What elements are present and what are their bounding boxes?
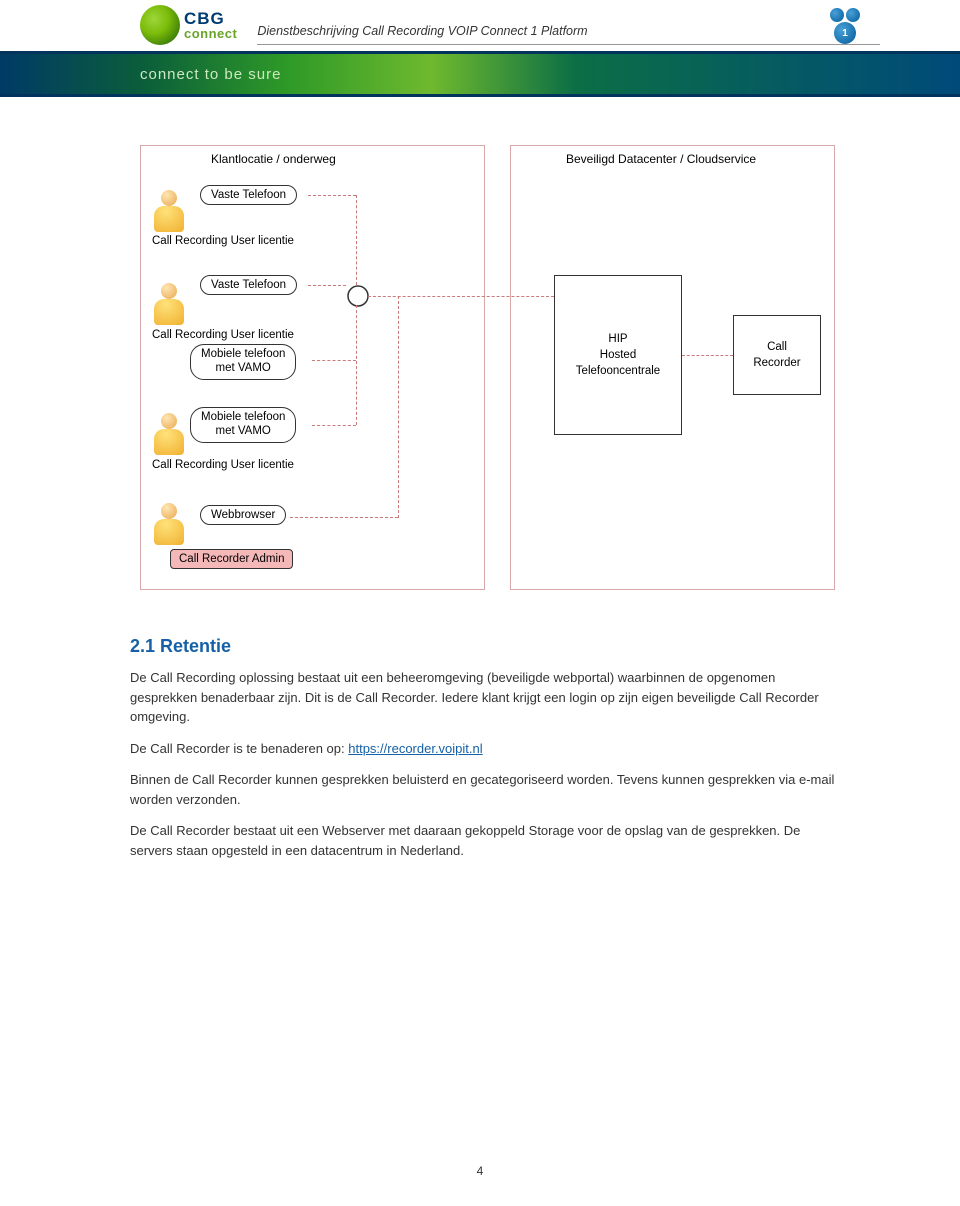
paragraph: De Call Recording oplossing bestaat uit … [130,668,840,727]
box-hip: HIP Hosted Telefooncentrale [554,275,682,435]
connector [308,195,356,196]
bubble-line: Mobiele telefoon [201,348,285,360]
badge-call-recorder-admin: Call Recorder Admin [170,549,293,569]
page-number: 4 [0,1164,960,1178]
bubble-line: met VAMO [216,425,271,437]
page-header: CBG connect Dienstbeschrijving Call Reco… [0,0,960,115]
connector [308,285,346,286]
connector [398,296,399,518]
document-title: Dienstbeschrijving Call Recording VOIP C… [257,24,880,45]
bubble-webbrowser: Webbrowser [200,505,286,525]
connector [356,195,357,285]
connector [312,425,356,426]
box-call-recorder: Call Recorder [733,315,821,395]
zone-client-title: Klantlocatie / onderweg [211,152,336,166]
node-circle-icon [346,284,370,308]
logo-text-top: CBG [184,10,237,27]
bubble-line: met VAMO [216,362,271,374]
connector [368,296,554,297]
connector [290,517,398,518]
section-heading: 2.1 Retentie [130,633,840,660]
text: De Call Recorder is te benaderen op: [130,741,348,756]
body-content: 2.1 Retentie De Call Recording oplossing… [0,605,960,860]
caption-licentie-2: Call Recording User licentie [152,329,294,341]
user-icon [152,190,186,236]
logo-swirl-icon [140,5,180,45]
caption-licentie-3: Call Recording User licentie [152,459,294,471]
paragraph: De Call Recorder is te benaderen op: htt… [130,739,840,759]
bubble-mobiel-vamo-3: Mobiele telefoon met VAMO [190,407,296,443]
user-icon [152,413,186,459]
connector [682,355,733,356]
hip-line: Telefooncentrale [576,363,660,379]
architecture-diagram: Klantlocatie / onderweg Beveiligd Datace… [140,145,840,595]
logo-text-bottom: connect [184,27,237,40]
paragraph: De Call Recorder bestaat uit een Webserv… [130,821,840,860]
hip-line: HIP [608,331,627,347]
user-icon [152,283,186,329]
recorder-link[interactable]: https://recorder.voipit.nl [348,741,482,756]
bubble-mobiel-vamo-2: Mobiele telefoon met VAMO [190,344,296,380]
banner-tagline: connect to be sure [0,51,960,97]
caption-licentie-1: Call Recording User licentie [152,235,294,247]
recorder-line: Recorder [753,355,800,371]
corner-balls-icon: 1 [820,8,870,58]
brand-logo: CBG connect [140,5,237,45]
connector [356,305,357,425]
bubble-line: Mobiele telefoon [201,411,285,423]
bubble-vaste-telefoon-1: Vaste Telefoon [200,185,297,205]
recorder-line: Call [767,339,787,355]
user-icon [152,503,186,549]
hip-line: Hosted [600,347,636,363]
zone-datacenter-title: Beveiligd Datacenter / Cloudservice [566,152,756,166]
badge-number: 1 [834,22,856,44]
paragraph: Binnen de Call Recorder kunnen gesprekke… [130,770,840,809]
bubble-vaste-telefoon-2: Vaste Telefoon [200,275,297,295]
connector [312,360,356,361]
